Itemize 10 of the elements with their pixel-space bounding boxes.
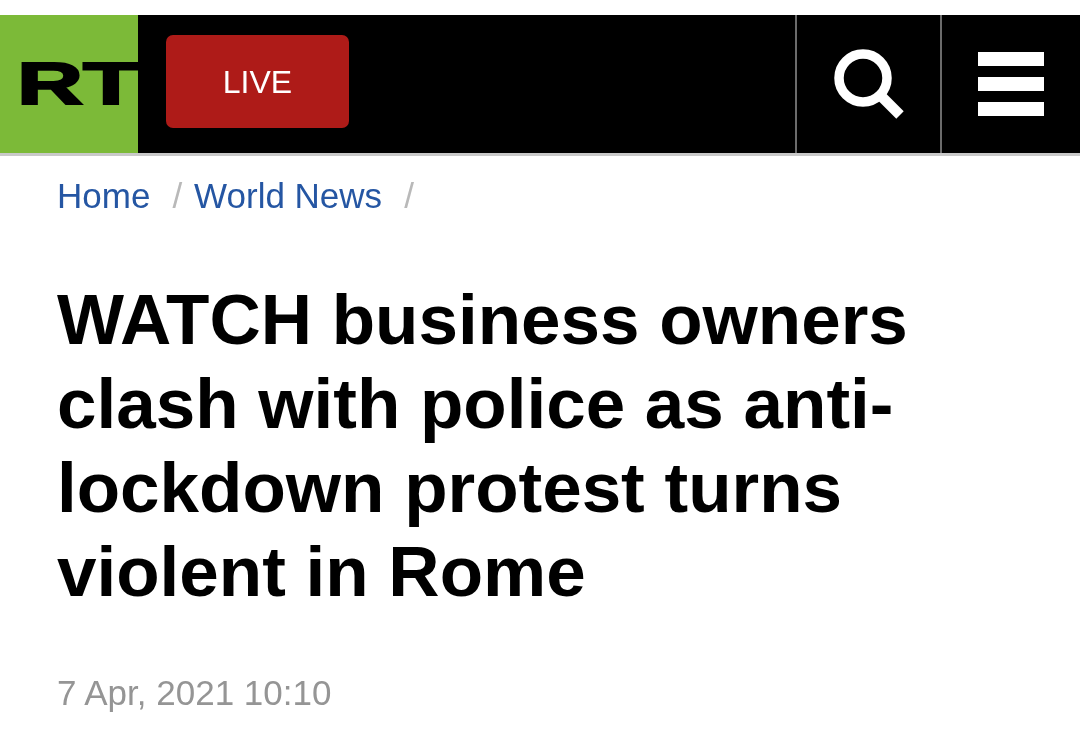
breadcrumb-separator: / (404, 175, 414, 217)
breadcrumb-link[interactable]: World News (194, 175, 383, 217)
logo[interactable]: RT (0, 15, 138, 153)
menu-icon (978, 52, 1044, 116)
breadcrumb-link[interactable]: Home (57, 175, 151, 217)
live-button[interactable]: LIVE (166, 35, 349, 128)
breadcrumb-separator: / (172, 175, 183, 217)
article-headline: WATCH business owners clash with police as anti-lockdown protest turns violent in Rome (57, 279, 909, 613)
search-icon (832, 48, 905, 120)
publish-date: 7 Apr, 2021 10:10 (57, 672, 333, 714)
